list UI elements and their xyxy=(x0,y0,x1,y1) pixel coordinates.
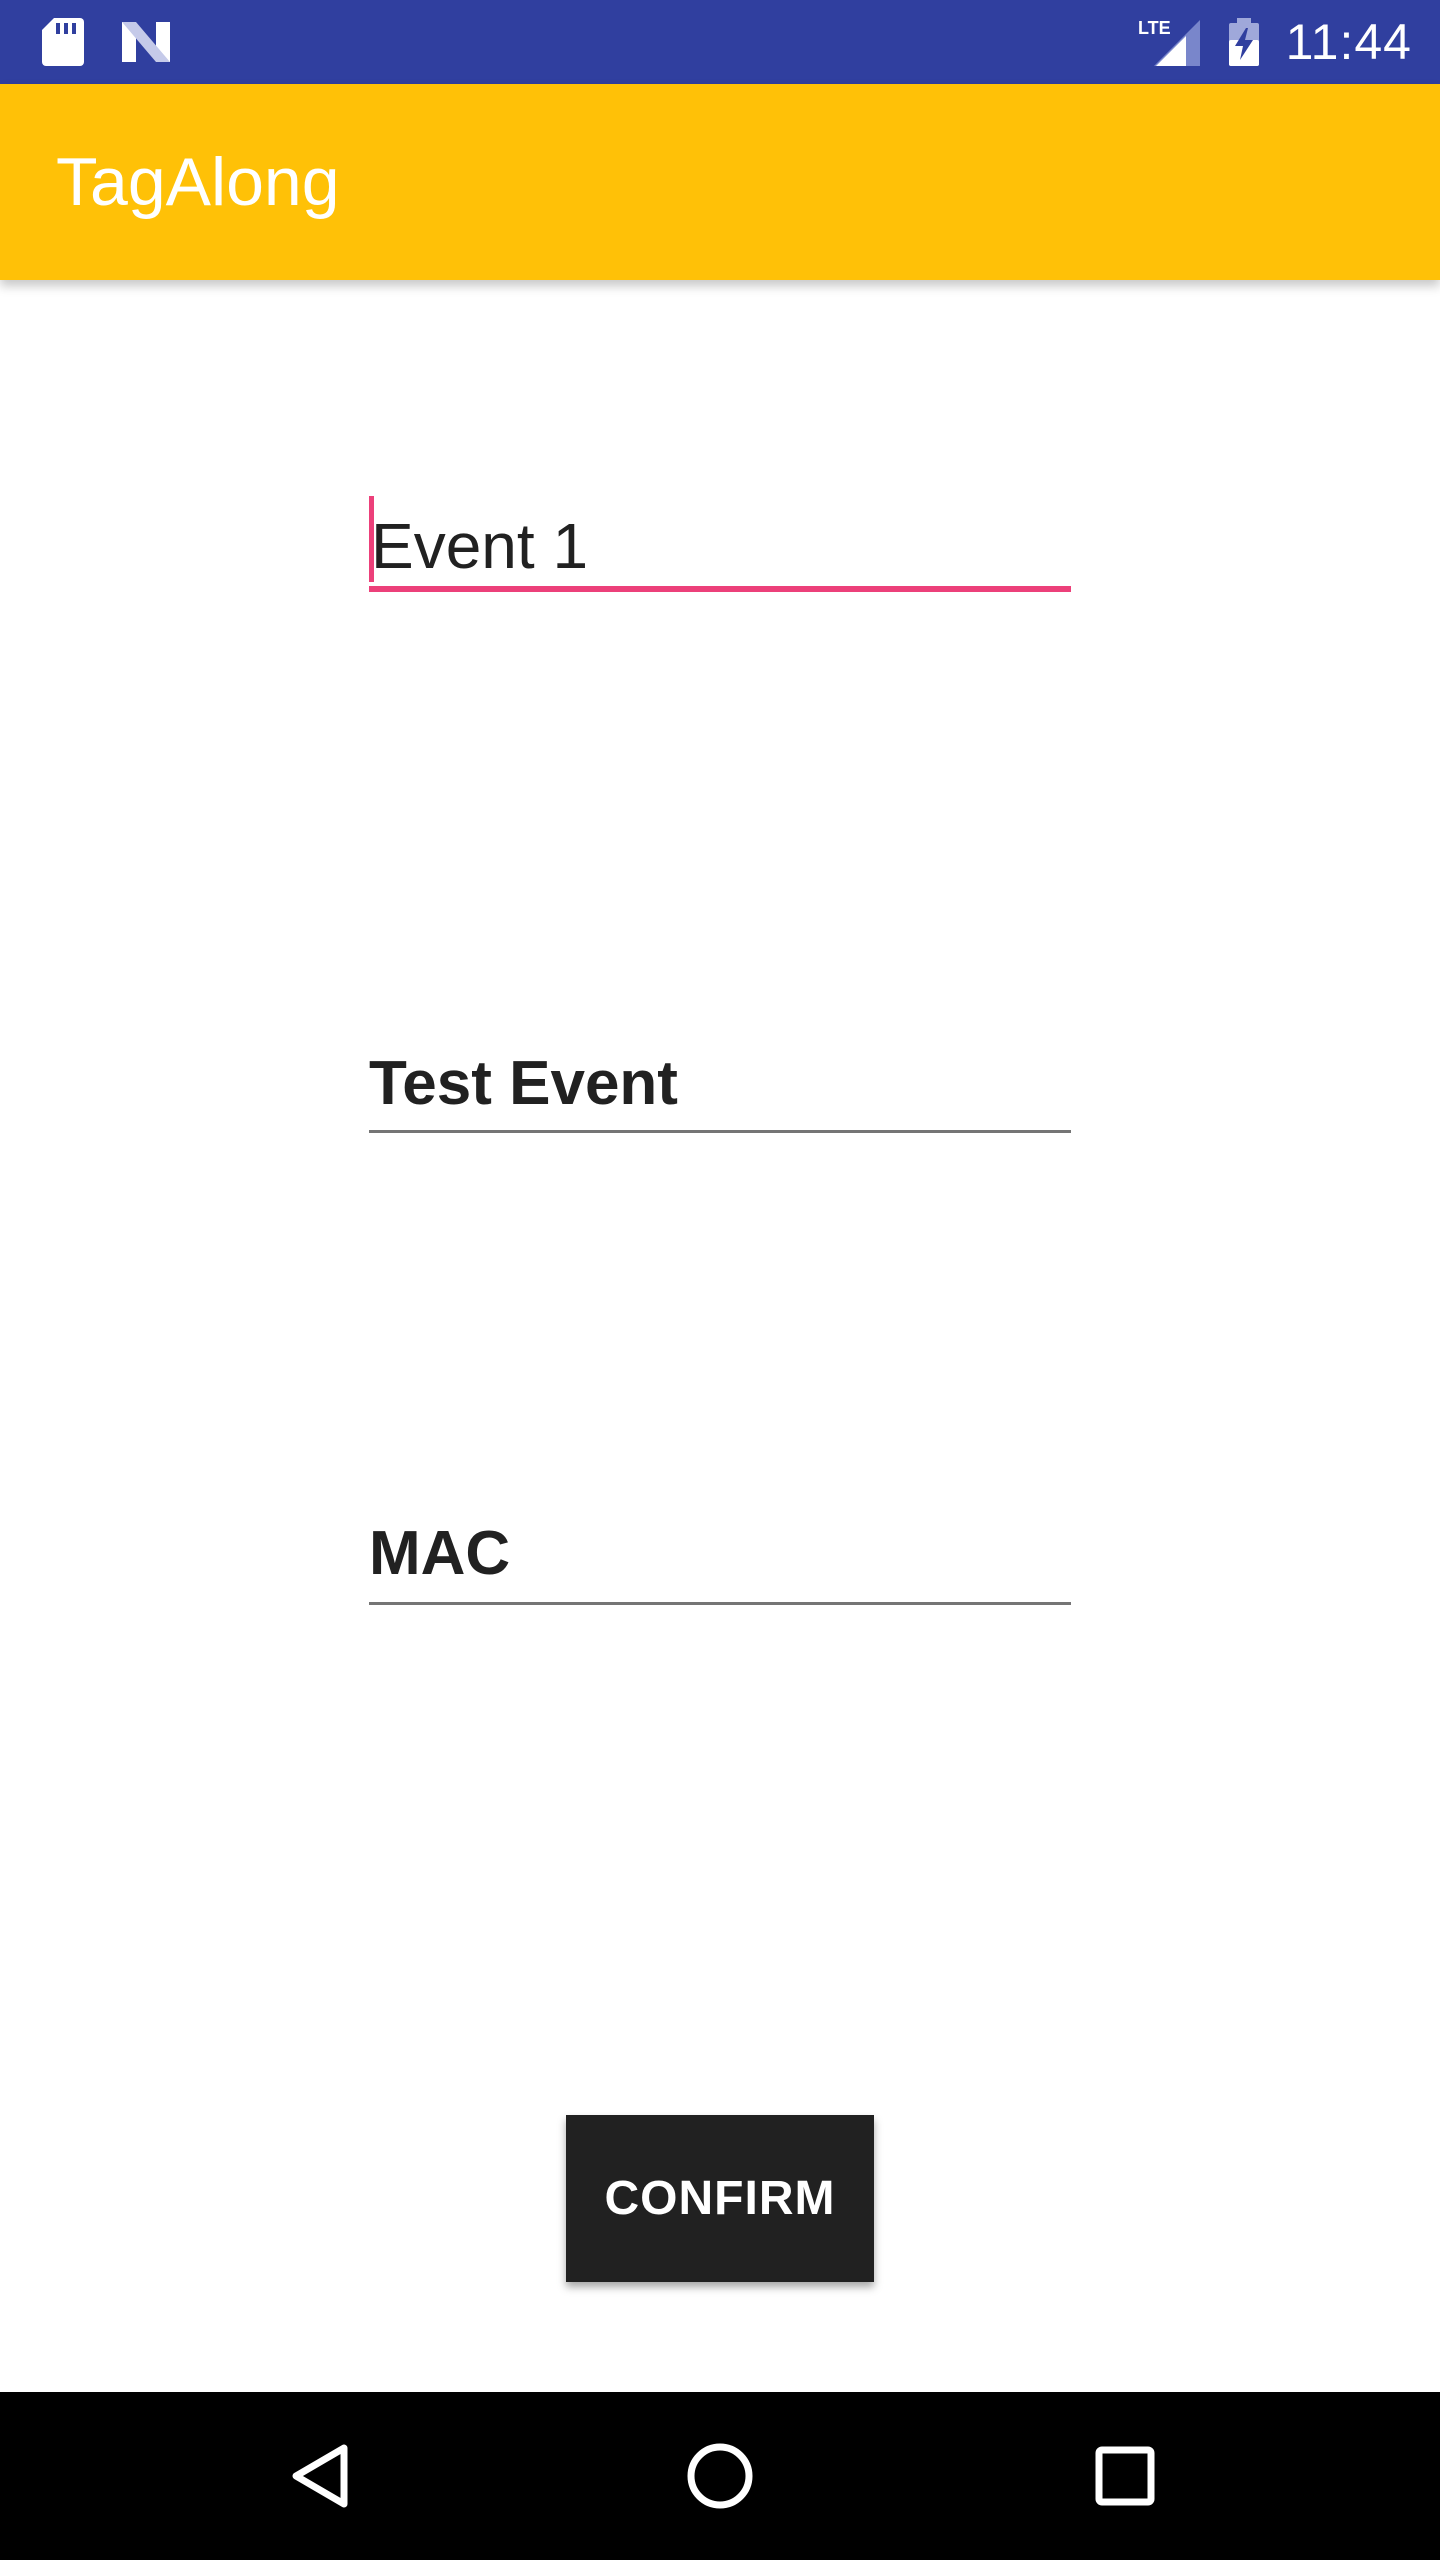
mac-field[interactable]: MAC xyxy=(369,1514,1071,1606)
app-bar: TagAlong xyxy=(0,84,1440,280)
lte-signal-icon: LTE xyxy=(1138,16,1202,68)
status-bar: LTE 11:44 xyxy=(0,0,1440,84)
n-notification-icon xyxy=(118,16,174,68)
navigation-bar xyxy=(0,2392,1440,2560)
mac-value[interactable]: MAC xyxy=(369,1514,510,1594)
confirm-button[interactable]: CONFIRM xyxy=(566,2115,874,2282)
screen: LTE 11:44 TagAlong Event 1 Test Event MA… xyxy=(0,0,1440,2560)
app-title: TagAlong xyxy=(56,144,340,220)
event-name-field[interactable]: Event 1 xyxy=(369,496,1071,596)
sd-card-icon xyxy=(40,16,86,68)
event-name-value[interactable]: Event 1 xyxy=(371,506,588,586)
event-type-value[interactable]: Test Event xyxy=(369,1044,678,1124)
back-icon[interactable] xyxy=(270,2426,370,2526)
home-icon[interactable] xyxy=(670,2426,770,2526)
recents-icon[interactable] xyxy=(1075,2426,1175,2526)
mac-underline xyxy=(369,1602,1071,1605)
event-type-underline xyxy=(369,1130,1071,1133)
network-label: LTE xyxy=(1138,18,1171,38)
battery-charging-icon xyxy=(1226,16,1262,68)
event-type-field[interactable]: Test Event xyxy=(369,1044,1071,1136)
status-clock: 11:44 xyxy=(1285,14,1412,70)
event-name-underline xyxy=(369,586,1071,592)
